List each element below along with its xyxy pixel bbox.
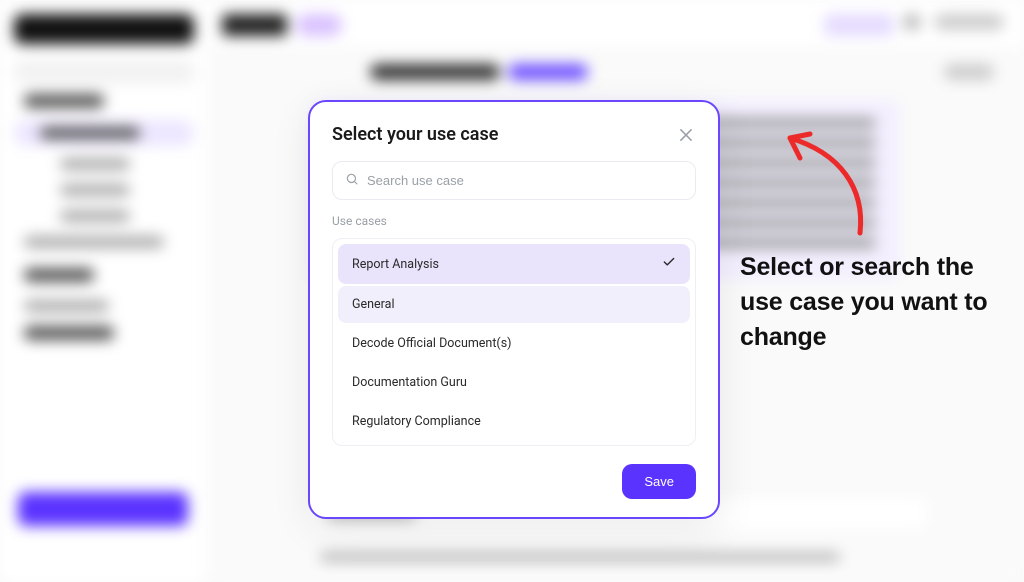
use-case-option-label: General — [352, 297, 395, 312]
use-case-option-label: Report Analysis — [352, 257, 439, 272]
search-use-case-input-wrap[interactable] — [332, 161, 696, 200]
modal-footer: Save — [332, 464, 696, 499]
use-case-option[interactable]: Report Analysis — [338, 244, 690, 284]
use-case-option-label: Regulatory Compliance — [352, 414, 481, 429]
annotation-text: Select or search the use case you want t… — [740, 250, 1005, 355]
use-case-option[interactable]: Regulatory Compliance — [338, 403, 690, 440]
use-case-option[interactable]: General — [338, 286, 690, 323]
save-button[interactable]: Save — [622, 464, 696, 499]
use-case-option-label: Decode Official Document(s) — [352, 336, 512, 351]
use-case-option[interactable]: Documentation Guru — [338, 364, 690, 401]
use-case-option[interactable]: Decode Official Document(s) — [338, 325, 690, 362]
select-use-case-modal: Select your use case Use cases Report An… — [308, 100, 720, 519]
annotation-arrow-icon — [760, 118, 880, 238]
use-case-option-label: Documentation Guru — [352, 375, 467, 390]
use-case-list: Report Analysis General Decode Official … — [332, 238, 696, 446]
modal-header: Select your use case — [332, 124, 696, 145]
modal-title: Select your use case — [332, 124, 498, 145]
check-icon — [662, 255, 676, 273]
search-use-case-input[interactable] — [367, 173, 683, 188]
search-icon — [345, 171, 359, 190]
close-icon[interactable] — [676, 125, 696, 145]
use-cases-section-label: Use cases — [332, 214, 696, 228]
